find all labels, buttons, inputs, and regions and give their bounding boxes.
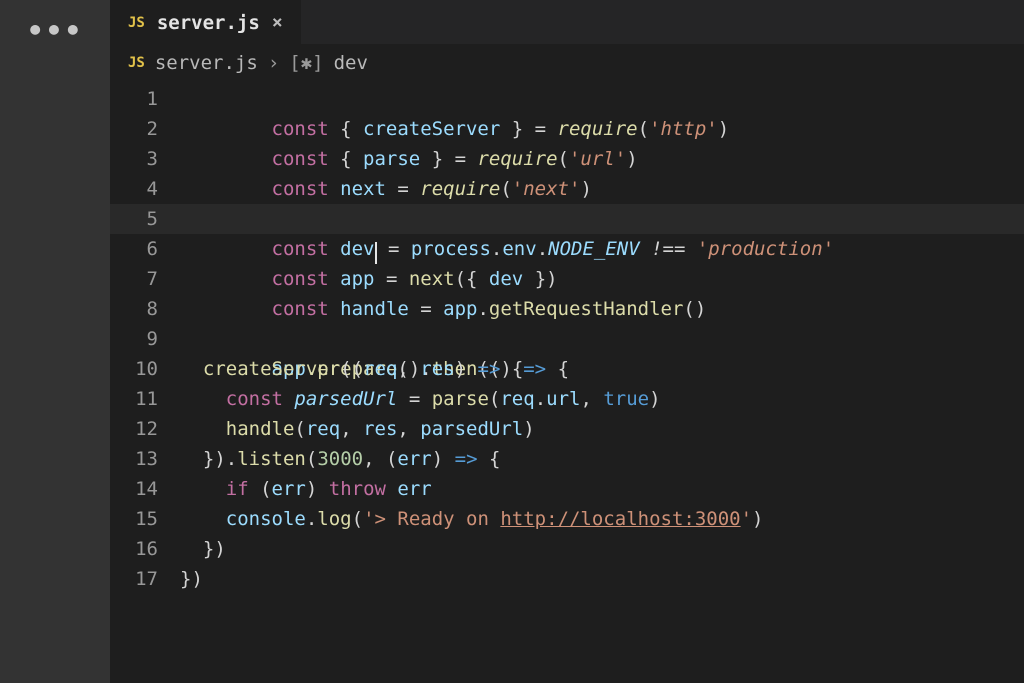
line-number: 3 (110, 144, 180, 174)
line-number: 13 (110, 444, 180, 474)
line-number: 5 (110, 204, 180, 234)
activity-bar: ••• (0, 0, 110, 683)
breadcrumb[interactable]: JS server.js › [✱] dev (110, 44, 1024, 82)
line-number: 10 (110, 354, 180, 384)
line-number: 17 (110, 564, 180, 594)
tab-server-js[interactable]: JS server.js × (110, 0, 301, 44)
line-number: 14 (110, 474, 180, 504)
code-line[interactable]: 9 app.prepare().then(() => { (110, 324, 1024, 354)
tab-bar: JS server.js × (110, 0, 1024, 44)
code-line[interactable]: 2 const { parse } = require('url') (110, 114, 1024, 144)
line-number: 12 (110, 414, 180, 444)
line-number: 2 (110, 114, 180, 144)
code-line[interactable]: 7 const handle = app.getRequestHandler() (110, 264, 1024, 294)
line-number: 9 (110, 324, 180, 354)
code-line[interactable]: 1 const { createServer } = require('http… (110, 84, 1024, 114)
line-number: 11 (110, 384, 180, 414)
code-line[interactable]: 17 }) (110, 564, 1024, 594)
text-cursor (375, 242, 377, 264)
code-line[interactable]: 13 }).listen(3000, (err) => { (110, 444, 1024, 474)
code-line[interactable]: 16 }) (110, 534, 1024, 564)
code-line[interactable]: 11 const parsedUrl = parse(req.url, true… (110, 384, 1024, 414)
more-icon[interactable]: ••• (27, 14, 84, 683)
chevron-right-icon: › (268, 52, 279, 74)
line-number: 6 (110, 234, 180, 264)
line-number: 4 (110, 174, 180, 204)
symbol-icon: [✱] (289, 52, 323, 74)
code-line[interactable]: 15 console.log('> Ready on http://localh… (110, 504, 1024, 534)
code-line[interactable]: 12 handle(req, res, parsedUrl) (110, 414, 1024, 444)
line-number: 16 (110, 534, 180, 564)
tab-label: server.js (157, 12, 260, 34)
code-line[interactable]: 3 const next = require('next') (110, 144, 1024, 174)
line-number: 1 (110, 84, 180, 114)
code-line-active[interactable]: 5 const dev = process.env.NODE_ENV !== '… (110, 204, 1024, 234)
line-number: 7 (110, 264, 180, 294)
breadcrumb-file: server.js (155, 52, 258, 74)
code-line[interactable]: 14 if (err) throw err (110, 474, 1024, 504)
line-number: 8 (110, 294, 180, 324)
line-number: 15 (110, 504, 180, 534)
close-icon[interactable]: × (272, 12, 283, 33)
code-editor[interactable]: 1 const { createServer } = require('http… (110, 82, 1024, 594)
breadcrumb-symbol: dev (334, 52, 368, 74)
editor-area: JS server.js × JS server.js › [✱] dev 1 … (110, 0, 1024, 683)
js-file-icon: JS (128, 15, 145, 31)
js-file-icon: JS (128, 55, 145, 71)
